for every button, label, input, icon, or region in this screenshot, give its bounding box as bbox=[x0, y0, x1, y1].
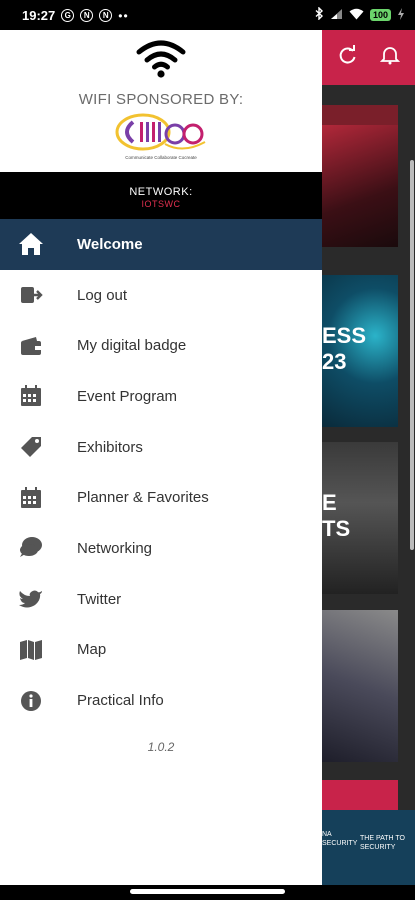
bluetooth-icon bbox=[315, 6, 324, 23]
home-icon bbox=[18, 231, 44, 257]
scrollbar[interactable] bbox=[410, 160, 414, 550]
menu-item-event-program[interactable]: Event Program bbox=[0, 371, 322, 422]
chat-icon bbox=[18, 535, 44, 561]
menu-item-planner-favorites[interactable]: Planner & Favorites bbox=[0, 472, 322, 523]
menu-item-label: Networking bbox=[77, 539, 153, 557]
footer-banner: NA SECURITY THE PATH TO SECURITY bbox=[322, 810, 415, 885]
menu-item-label: Exhibitors bbox=[77, 438, 143, 456]
calendar-icon bbox=[18, 383, 44, 409]
news-card-image[interactable]: E TS bbox=[322, 442, 398, 594]
menu-item-welcome[interactable]: Welcome bbox=[0, 219, 322, 270]
logout-icon bbox=[18, 282, 44, 308]
menu-item-networking[interactable]: Networking bbox=[0, 523, 322, 574]
menu-item-exhibitors[interactable]: Exhibitors bbox=[0, 422, 322, 473]
menu-item-logout[interactable]: Log out bbox=[0, 270, 322, 321]
card-text: 23 bbox=[322, 349, 347, 374]
menu-item-label: Map bbox=[77, 641, 107, 659]
wifi-status-icon bbox=[349, 8, 364, 23]
navigation-drawer: WIFI SPONSORED BY: Communicate Collabora… bbox=[0, 30, 322, 885]
news-card-image[interactable] bbox=[322, 780, 398, 810]
news-card-image[interactable] bbox=[322, 610, 398, 762]
menu-item-label: Welcome bbox=[77, 235, 143, 253]
menu-item-map[interactable]: Map bbox=[0, 625, 322, 676]
news-card-image[interactable]: ESS 23 bbox=[322, 275, 398, 427]
wallet-icon bbox=[18, 333, 44, 359]
card-text: E bbox=[322, 490, 337, 515]
network-name: IOTSWC bbox=[141, 199, 181, 209]
twitter-icon bbox=[18, 586, 44, 612]
charging-icon bbox=[397, 7, 405, 23]
network-bar: NETWORK: IOTSWC bbox=[0, 172, 322, 219]
signal-icon bbox=[330, 8, 343, 23]
menu-item-practical-info[interactable]: Practical Info bbox=[0, 675, 322, 726]
system-nav-bar bbox=[0, 885, 415, 900]
refresh-icon[interactable] bbox=[336, 45, 360, 69]
menu-item-label: Planner & Favorites bbox=[77, 489, 209, 507]
battery-indicator: 100 bbox=[369, 9, 391, 21]
calendar-star-icon bbox=[18, 485, 44, 511]
menu-item-digital-badge[interactable]: My digital badge bbox=[0, 320, 322, 371]
card-text: ESS bbox=[322, 323, 367, 348]
drawer-menu: Welcome Log out My digital badge Event P… bbox=[0, 219, 322, 726]
more-notifications-icon: •• bbox=[118, 8, 129, 23]
sponsor-logo: Communicate Collaborate Cocreate bbox=[113, 112, 209, 166]
menu-item-twitter[interactable]: Twitter bbox=[0, 574, 322, 625]
wifi-icon bbox=[136, 38, 186, 78]
notification-icon: N bbox=[99, 9, 113, 22]
notification-icon: G bbox=[61, 9, 75, 22]
logo-tagline: Communicate Collaborate Cocreate bbox=[125, 155, 197, 160]
notification-icon: N bbox=[80, 9, 94, 22]
card-text: TS bbox=[322, 516, 351, 541]
home-gesture-handle[interactable] bbox=[130, 889, 285, 894]
menu-item-label: Practical Info bbox=[77, 692, 164, 710]
tag-icon bbox=[18, 434, 44, 460]
menu-item-label: Log out bbox=[77, 286, 128, 304]
network-label: NETWORK: bbox=[129, 186, 193, 198]
sponsor-title: WIFI SPONSORED BY: bbox=[78, 91, 244, 108]
news-card-image[interactable] bbox=[322, 105, 398, 247]
status-time: 19:27 bbox=[22, 8, 56, 23]
banner-text: THE PATH TO SECURITY bbox=[360, 835, 405, 851]
app-version: 1.0.2 bbox=[147, 740, 175, 754]
sponsor-section: WIFI SPONSORED BY: Communicate Collabora… bbox=[0, 30, 322, 172]
menu-item-label: Event Program bbox=[77, 387, 178, 405]
bell-icon[interactable] bbox=[378, 45, 402, 69]
map-icon bbox=[18, 637, 44, 663]
info-icon bbox=[18, 688, 44, 714]
status-bar: 19:27 G N N •• 100 bbox=[0, 0, 415, 30]
banner-text: NA SECURITY bbox=[322, 831, 358, 847]
menu-item-label: My digital badge bbox=[77, 337, 187, 355]
menu-item-label: Twitter bbox=[77, 590, 122, 608]
